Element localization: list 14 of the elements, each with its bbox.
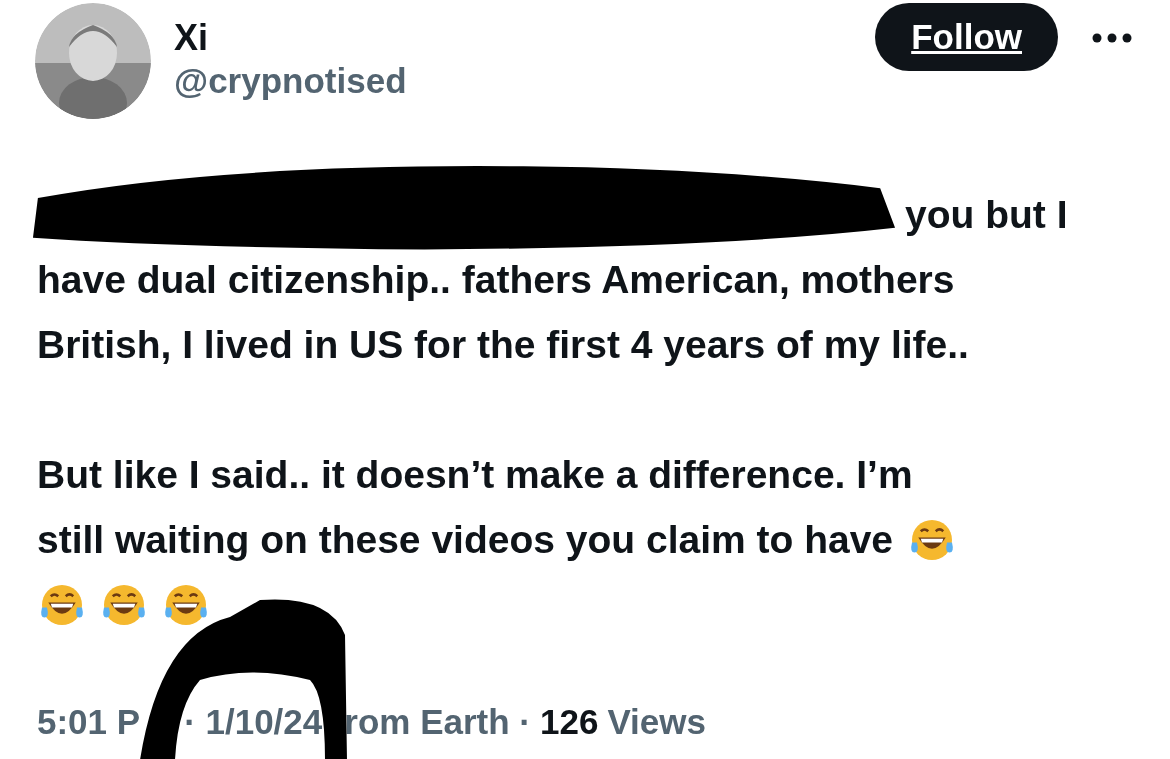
tweet-time: 5:01 P bbox=[37, 701, 141, 743]
tweet-text-line: But like I said.. it doesn’t make a difference. I’m bbox=[37, 452, 913, 498]
tweet-text-line: British, I lived in US for the first 4 years of my life.. bbox=[37, 322, 969, 368]
author-handle: @crypnotised bbox=[174, 60, 407, 102]
tweet-location: rom Earth · bbox=[344, 701, 531, 743]
follow-button[interactable]: Follow bbox=[875, 3, 1058, 71]
views-label: Views bbox=[607, 701, 706, 743]
tweet-text-line: have dual citizenship.. fathers American, mothers bbox=[37, 257, 955, 303]
tweet-text-line: you but I bbox=[905, 192, 1068, 238]
more-icon[interactable] bbox=[1092, 33, 1132, 43]
views-count: 126 bbox=[540, 701, 599, 743]
tweet-date: · 1/10/24 bbox=[184, 701, 323, 743]
author-name: Xi bbox=[174, 17, 209, 59]
tweet-text-line: still waiting on these videos you claim to have bbox=[37, 517, 894, 563]
